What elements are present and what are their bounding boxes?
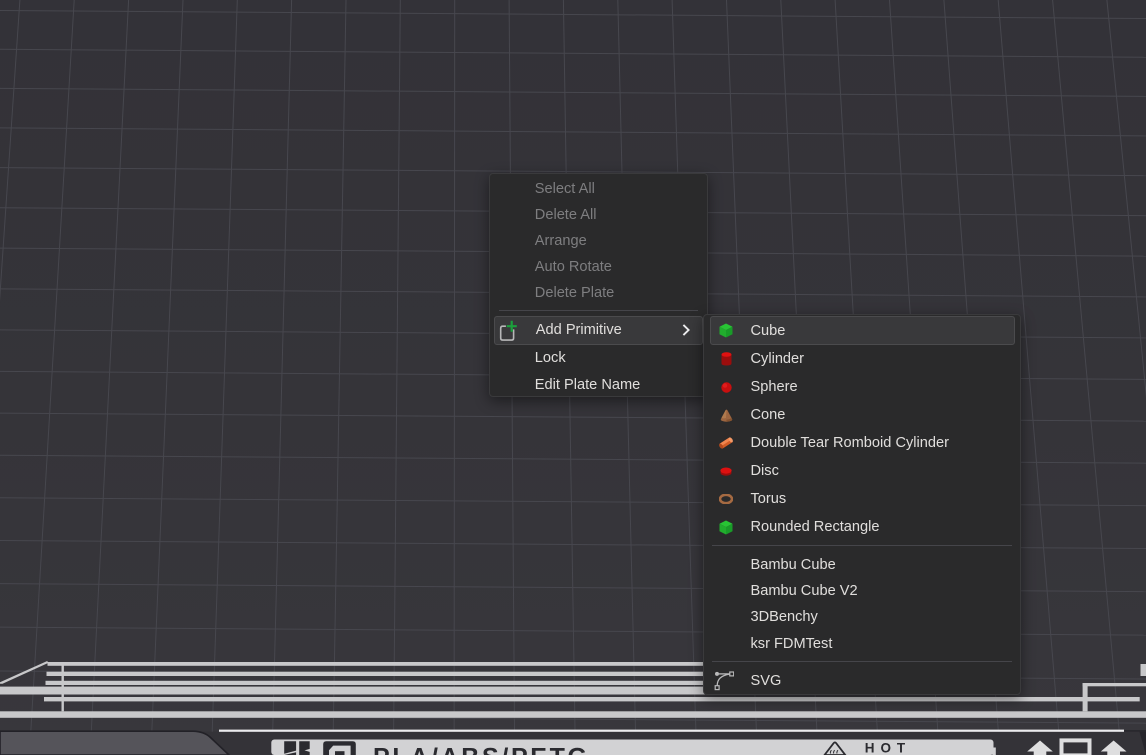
- svg-text:PLA/ABS/PETG: PLA/ABS/PETG: [373, 744, 590, 755]
- svg-text:HOT: HOT: [865, 740, 910, 755]
